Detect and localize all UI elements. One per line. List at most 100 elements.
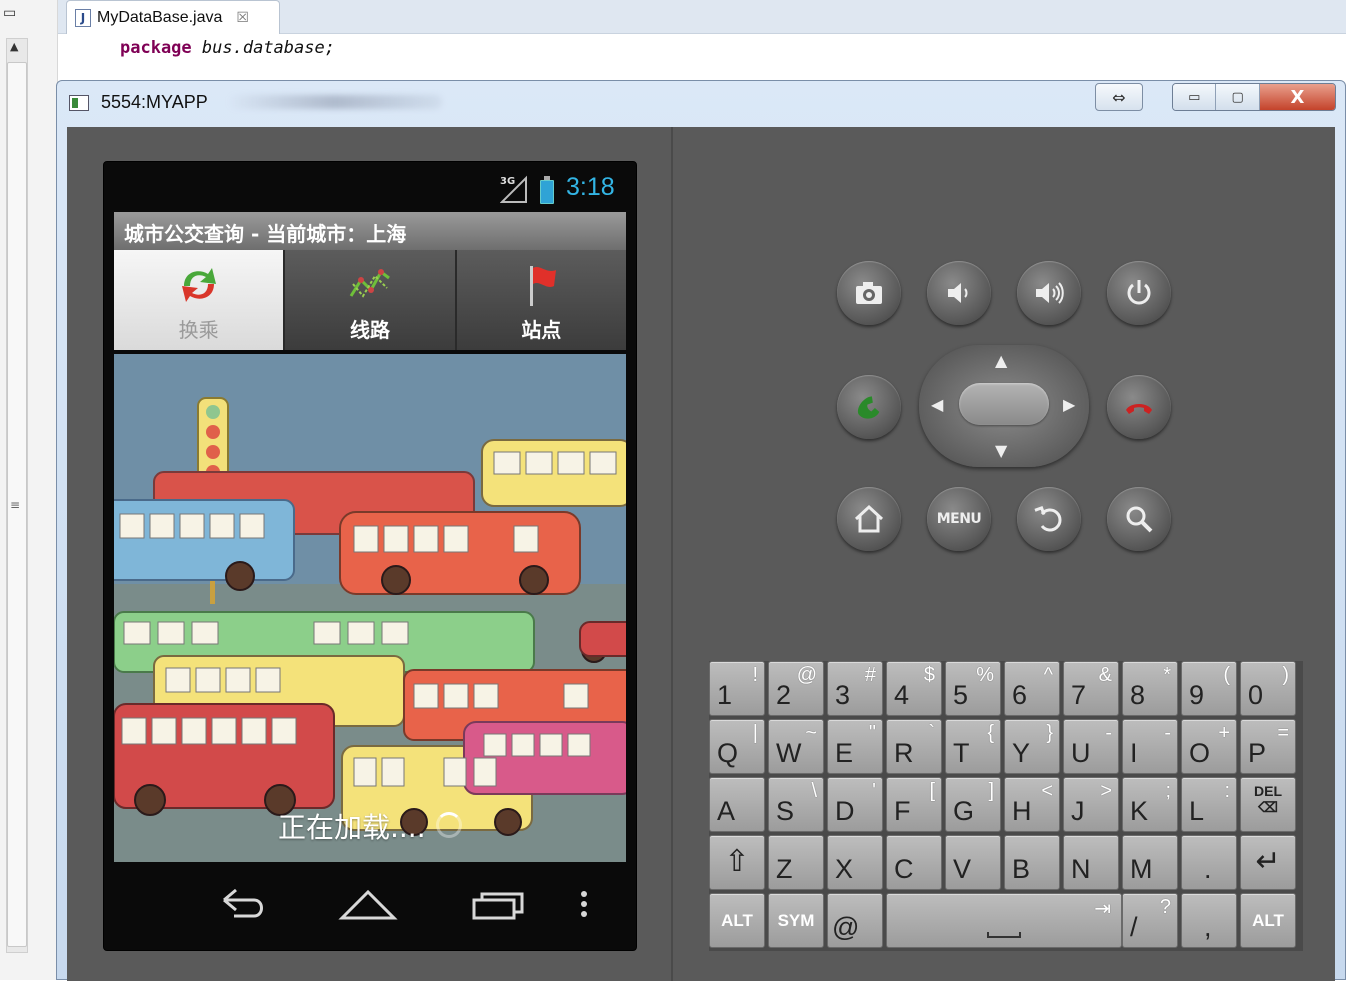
scroll-up-icon[interactable]: ▲ [10, 40, 18, 53]
emulator-app-icon [69, 95, 89, 111]
at-key[interactable]: @ [827, 893, 883, 948]
home-button[interactable] [837, 487, 901, 551]
dpad[interactable]: ▲ ▼ ◀ ▶ [919, 345, 1089, 467]
key[interactable]: 3 # [827, 661, 883, 716]
status-clock: 3:18 [566, 173, 615, 201]
key[interactable]: A [709, 777, 765, 832]
tab-label: 线路 [349, 318, 390, 342]
volume-up-icon [1036, 282, 1064, 304]
menu-button[interactable]: MENU [927, 487, 991, 551]
key[interactable]: N [1063, 835, 1119, 890]
minimize-button[interactable]: ▭ [1173, 84, 1217, 110]
back-button[interactable] [1017, 487, 1081, 551]
key[interactable]: 6 ^ [1004, 661, 1060, 716]
sym-key[interactable]: SYM [768, 893, 824, 948]
key[interactable]: W ~ [768, 719, 824, 774]
close-tab-icon[interactable]: ☒ [236, 10, 249, 26]
home-icon[interactable] [338, 882, 398, 928]
key[interactable]: 8 * [1122, 661, 1178, 716]
key[interactable]: 9( [1181, 661, 1237, 716]
battery-icon [540, 176, 554, 204]
key[interactable]: O + [1181, 719, 1237, 774]
key[interactable]: 1! [709, 661, 765, 716]
key[interactable]: F[ [886, 777, 942, 832]
maximize-button[interactable]: ▢ [1216, 84, 1260, 110]
volume-down-button[interactable] [927, 261, 991, 325]
period-key[interactable]: . [1181, 835, 1237, 890]
alt-key-right[interactable]: ALT [1240, 893, 1296, 948]
enter-key[interactable]: ↵ [1240, 835, 1296, 890]
key[interactable]: R ` [886, 719, 942, 774]
tab-transfer[interactable]: 换乘 [114, 250, 286, 350]
key[interactable]: G] [945, 777, 1001, 832]
transfer-arrows-icon [181, 268, 216, 302]
blurred-title-text [227, 95, 442, 109]
emulator-titlebar[interactable]: 5554:MYAPP ⇔ ▭ ▢ X [57, 81, 1345, 125]
dpad-down-icon[interactable]: ▼ [995, 441, 1007, 460]
key[interactable]: 2 @ [768, 661, 824, 716]
key[interactable]: /? [1122, 893, 1178, 948]
volume-up-button[interactable] [1017, 261, 1081, 325]
key[interactable]: U- [1063, 719, 1119, 774]
call-button[interactable] [837, 375, 901, 439]
key[interactable]: 5% [945, 661, 1001, 716]
shift-key[interactable]: ⇧ [709, 835, 765, 890]
dpad-center-button[interactable] [959, 383, 1049, 425]
tab-station[interactable]: 站点 [456, 250, 626, 350]
key[interactable]: Y} [1004, 719, 1060, 774]
camera-button[interactable] [837, 261, 901, 325]
key[interactable]: C [886, 835, 942, 890]
dpad-right-icon[interactable]: ▶ [1063, 395, 1075, 414]
loading-text: 正在加载.... [278, 811, 426, 844]
key[interactable]: J > [1063, 777, 1119, 832]
key[interactable]: L: [1181, 777, 1237, 832]
delete-label: DEL [1254, 783, 1282, 799]
emulator-title: 5554:MYAPP [101, 92, 208, 112]
device-screen[interactable]: 3G 3:18 城市公交查询 - 当前城市：上海 换乘 线路 站点 正在加载..… [103, 161, 637, 951]
key[interactable]: S \ [768, 777, 824, 832]
space-key[interactable]: ⇥ [886, 893, 1122, 948]
buses-illustration [114, 354, 626, 862]
key[interactable]: 0) [1240, 661, 1296, 716]
search-button[interactable] [1107, 487, 1171, 551]
comma-key[interactable]: , [1181, 893, 1237, 948]
device-navbar [104, 862, 636, 950]
key[interactable]: Z [768, 835, 824, 890]
key[interactable]: X [827, 835, 883, 890]
key[interactable]: T{ [945, 719, 1001, 774]
minimize-view-icon[interactable]: ▭ [3, 5, 16, 21]
key[interactable]: E " [827, 719, 883, 774]
key[interactable]: 4 $ [886, 661, 942, 716]
dpad-up-icon[interactable]: ▲ [995, 351, 1007, 370]
recent-apps-icon[interactable] [468, 882, 528, 928]
resize-button[interactable]: ⇔ [1095, 83, 1143, 111]
key[interactable]: I- [1122, 719, 1178, 774]
key[interactable]: B [1004, 835, 1060, 890]
alt-key-left[interactable]: ALT [709, 893, 765, 948]
call-icon [857, 396, 880, 419]
tab-route[interactable]: 线路 [285, 250, 457, 350]
end-call-button[interactable] [1107, 375, 1171, 439]
overflow-menu-icon[interactable] [564, 882, 604, 928]
close-button[interactable]: X [1259, 84, 1335, 110]
app-tabs: 换乘 线路 站点 [114, 250, 626, 350]
key[interactable]: H < [1004, 777, 1060, 832]
home-icon [854, 504, 884, 533]
key[interactable]: M [1122, 835, 1178, 890]
key[interactable]: V [945, 835, 1001, 890]
key[interactable]: K; [1122, 777, 1178, 832]
power-button[interactable] [1107, 261, 1171, 325]
hardware-keyboard: 1! 2 @ 3 # 4 $ 5% 6 ^ 7 & 8 * 9( 0) Q | W ~ E " R… [709, 661, 1303, 951]
back-icon[interactable] [210, 882, 270, 928]
key[interactable]: D ' [827, 777, 883, 832]
delete-key[interactable]: DEL ⌫ [1240, 777, 1296, 832]
shift-icon: ⇧ [724, 845, 750, 878]
editor-tab-mydatabase[interactable]: J MyDataBase.java ☒ [66, 0, 280, 34]
dpad-left-icon[interactable]: ◀ [931, 395, 943, 414]
code-editor[interactable]: package bus.database; [58, 34, 1346, 80]
key[interactable]: Q | [709, 719, 765, 774]
java-file-icon: J [75, 8, 91, 27]
emulator-divider [671, 127, 673, 981]
key[interactable]: 7 & [1063, 661, 1119, 716]
key[interactable]: P = [1240, 719, 1296, 774]
